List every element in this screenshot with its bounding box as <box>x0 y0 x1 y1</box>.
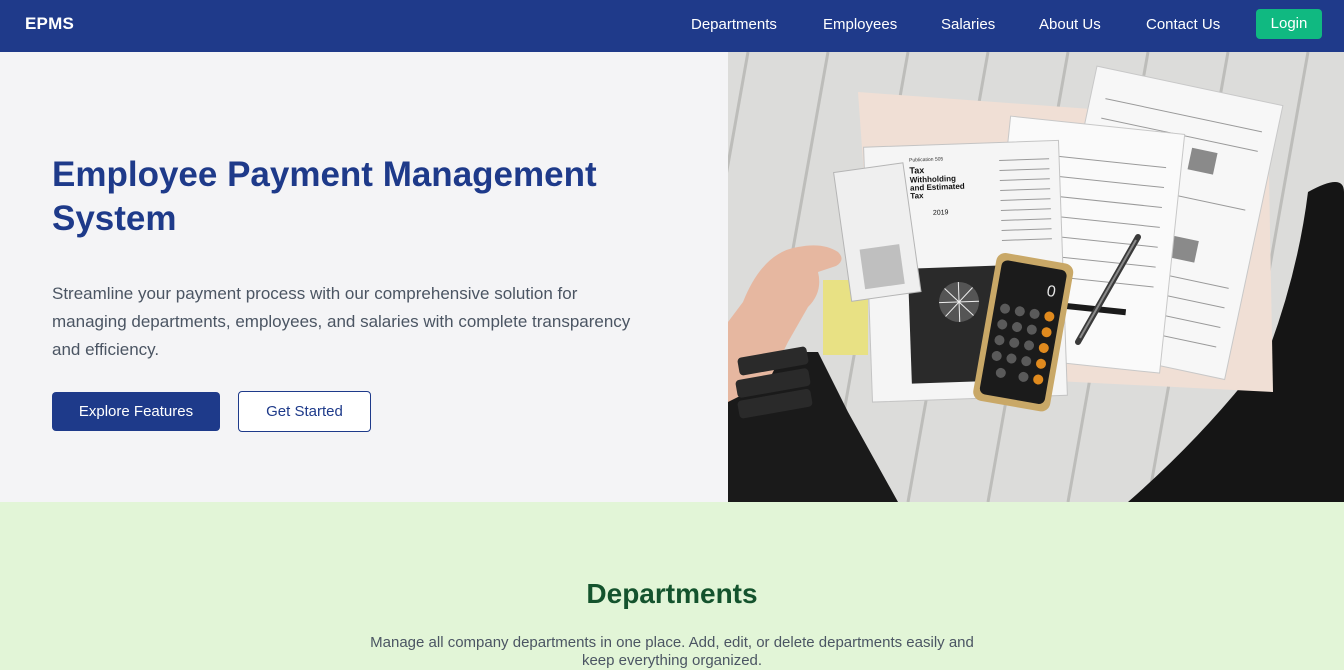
nav-link-contact-us[interactable]: Contact Us <box>1146 16 1220 33</box>
departments-description: Manage all company departments in one pl… <box>370 634 974 669</box>
nav-link-employees[interactable]: Employees <box>823 16 897 33</box>
form-year-text: 2019 <box>933 209 949 217</box>
nav-link-about-us[interactable]: About Us <box>1039 16 1101 33</box>
nav-link-departments[interactable]: Departments <box>691 16 777 33</box>
top-navbar: EPMS Departments Employees Salaries Abou… <box>0 0 1344 52</box>
departments-title: Departments <box>586 578 758 609</box>
hero-title: Employee Payment Management System <box>52 155 597 238</box>
hero-section: Employee Payment Management System Strea… <box>0 52 728 502</box>
login-button[interactable]: Login <box>1256 9 1322 39</box>
explore-features-button[interactable]: Explore Features <box>52 392 220 431</box>
svg-text:Tax: Tax <box>910 191 924 200</box>
brand-logo[interactable]: EPMS <box>25 14 74 34</box>
nav-link-salaries[interactable]: Salaries <box>941 16 995 33</box>
get-started-button[interactable]: Get Started <box>238 391 371 432</box>
departments-section: Departments Manage all company departmen… <box>0 502 1344 670</box>
tax-forms-illustration: Publication 505 Tax Withholding and Esti… <box>728 52 1344 502</box>
hero-description: Streamline your payment process with our… <box>52 284 631 359</box>
svg-text:Tax: Tax <box>909 165 924 176</box>
hero-image: Publication 505 Tax Withholding and Esti… <box>728 52 1344 502</box>
form-publication-text: Publication 505 <box>909 156 944 163</box>
